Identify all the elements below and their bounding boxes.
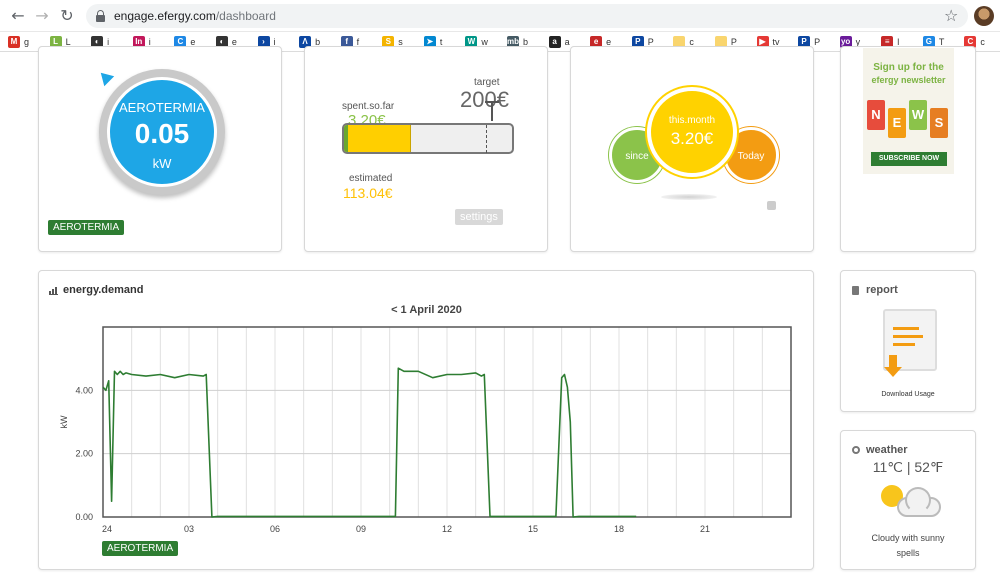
chart-circuit-tag[interactable]: AEROTERMIA bbox=[102, 541, 179, 556]
weather-title: weather bbox=[866, 444, 908, 456]
x-tick-label: 09 bbox=[356, 524, 366, 534]
reload-icon[interactable]: ↻ bbox=[57, 6, 77, 26]
bookmark-favicon-icon: a bbox=[548, 36, 561, 48]
browser-toolbar: ← → ↻ engage.efergy.com/dashboard ☆ bbox=[0, 0, 1000, 32]
settings-button[interactable]: settings bbox=[455, 209, 503, 225]
x-tick-label: 06 bbox=[270, 524, 280, 534]
y-tick-label: 4.00 bbox=[75, 385, 93, 395]
weather-card: weather 11℃ | 52℉ Cloudy with sunny spel… bbox=[840, 430, 976, 570]
bookmark-label: P bbox=[814, 37, 821, 47]
url-text[interactable]: engage.efergy.com/dashboard bbox=[114, 9, 276, 23]
info-icon[interactable] bbox=[767, 201, 776, 210]
bar-chart-icon bbox=[49, 287, 58, 295]
news-tag-letter: N bbox=[867, 100, 885, 130]
address-bar[interactable]: engage.efergy.com/dashboard bbox=[86, 4, 968, 28]
date-navigator[interactable]: < 1 April 2020 bbox=[39, 304, 814, 316]
weather-temperature: 11℃ | 52℉ bbox=[872, 459, 944, 475]
newsletter-card: Sign up for the efergy newsletter NEWS S… bbox=[840, 46, 976, 252]
sun-small-icon bbox=[852, 446, 860, 454]
document-icon bbox=[852, 286, 859, 295]
news-tags: NEWS bbox=[867, 94, 951, 142]
chart-title: energy.demand bbox=[49, 284, 144, 296]
target-value: 200€ bbox=[460, 87, 509, 112]
x-tick-label: 24 bbox=[102, 524, 112, 534]
news-tag-letter: W bbox=[909, 100, 927, 130]
bookmark-item[interactable]: aa bbox=[548, 35, 570, 49]
bookmark-label: a bbox=[564, 37, 570, 47]
download-usage-icon[interactable] bbox=[883, 309, 937, 383]
ad-headline-2: efergy newsletter bbox=[871, 75, 946, 85]
bookmark-star-icon[interactable]: ☆ bbox=[944, 6, 958, 25]
weather-description: Cloudy with sunny spells bbox=[871, 533, 945, 558]
gauge-label: AEROTERMIA bbox=[119, 100, 205, 115]
circle-shadow bbox=[661, 194, 717, 200]
budget-progress-fill bbox=[344, 125, 412, 152]
gauge-pointer-icon bbox=[95, 67, 115, 87]
estimated-value: 113.04€ bbox=[343, 185, 393, 201]
news-tag-letter: E bbox=[888, 108, 906, 138]
y-tick-label: 2.00 bbox=[75, 449, 93, 459]
power-gauge: AEROTERMIA 0.05 kW bbox=[99, 69, 225, 195]
month-value: 3.20€ bbox=[670, 129, 714, 148]
power-card: AEROTERMIA 0.05 kW AEROTERMIA bbox=[38, 46, 282, 252]
energy-demand-chart: 0.00 2.00 4.00 24 03 06 09 12 15 18 21 kW bbox=[59, 326, 792, 534]
budget-progress-bar bbox=[342, 123, 514, 154]
gauge-unit: kW bbox=[152, 156, 172, 171]
target-marker-stem bbox=[491, 101, 493, 121]
subscribe-button[interactable]: SUBSCRIBE NOW bbox=[871, 152, 947, 166]
forward-icon[interactable]: → bbox=[32, 6, 52, 26]
budget-card: target 200€ spent.so.far 3.20€ estimated… bbox=[304, 46, 548, 252]
y-tick-label: 0.00 bbox=[75, 512, 93, 522]
newsletter-ad[interactable]: Sign up for the efergy newsletter NEWS S… bbox=[863, 48, 954, 174]
x-tick-label: 21 bbox=[700, 524, 710, 534]
today-label: Today bbox=[737, 151, 765, 162]
estimated-label: estimated bbox=[349, 173, 393, 184]
x-tick-label: 18 bbox=[614, 524, 624, 534]
month-label: this.month bbox=[668, 115, 716, 126]
report-card: report Download Usage bbox=[840, 270, 976, 412]
news-tag-letter: S bbox=[930, 108, 948, 138]
report-title: report bbox=[866, 284, 898, 296]
cloudy-sunny-icon bbox=[879, 481, 943, 523]
circuit-tag[interactable]: AEROTERMIA bbox=[48, 220, 125, 235]
x-tick-label: 15 bbox=[528, 524, 538, 534]
bookmark-label: g bbox=[24, 37, 30, 47]
bookmark-item[interactable]: Mg bbox=[8, 35, 29, 49]
cost-card: since Today this.month 3.20€ bbox=[570, 46, 814, 252]
target-line bbox=[486, 125, 487, 153]
spent-label: spent.so.far bbox=[342, 101, 395, 112]
x-tick-label: 03 bbox=[184, 524, 194, 534]
month-circle: this.month 3.20€ bbox=[647, 87, 737, 177]
bookmark-label: c bbox=[980, 37, 985, 47]
energy-demand-card: 0.00 2.00 4.00 24 03 06 09 12 15 18 21 kW energy.de… bbox=[38, 270, 814, 570]
download-usage-caption[interactable]: Download Usage bbox=[841, 391, 975, 398]
lock-icon bbox=[96, 10, 105, 22]
budget-progress-start bbox=[344, 125, 348, 152]
y-axis-label: kW bbox=[59, 415, 69, 429]
x-tick-label: 12 bbox=[442, 524, 452, 534]
bookmark-favicon-icon: M bbox=[8, 36, 20, 48]
profile-avatar[interactable] bbox=[974, 6, 994, 26]
ad-headline-1: Sign up for the bbox=[873, 62, 944, 73]
back-icon[interactable]: ← bbox=[8, 6, 28, 26]
gauge-value: 0.05 bbox=[134, 118, 190, 149]
